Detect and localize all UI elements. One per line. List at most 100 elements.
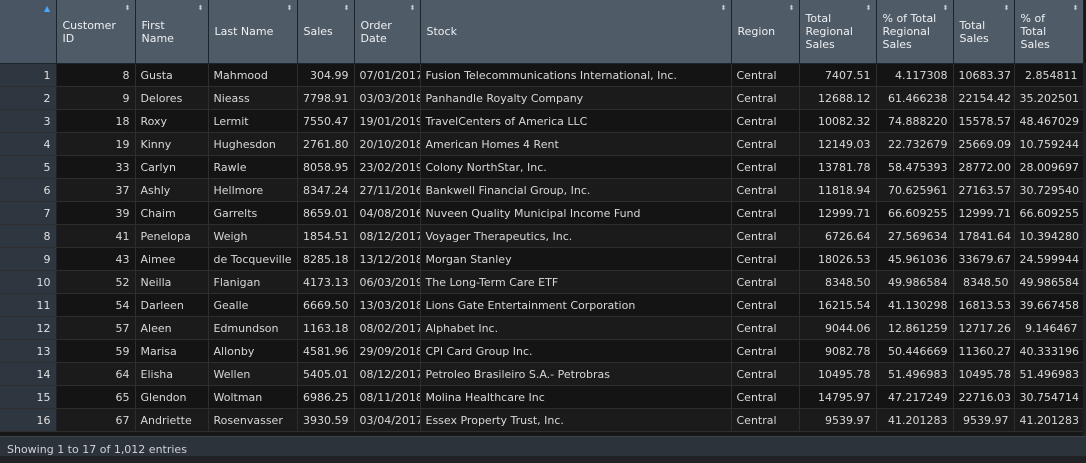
column-header-index[interactable]: ▲ (0, 0, 57, 64)
table-row[interactable]: 8 41 Penelopa Weigh 1854.51 08/12/2017 Voyager… (0, 224, 1084, 248)
total-regional-sales-cell: 10082.32 (799, 109, 877, 133)
sort-icon: ⬍ (720, 4, 727, 12)
data-viewer: ▲ ⬍ Customer ID ⬍ First Name ⬍ Last Name ⬍ S… (0, 0, 1086, 436)
column-header-total-sales[interactable]: ⬍ Total Sales (953, 0, 1015, 64)
region-cell: Central (731, 316, 800, 340)
order-date-cell: 20/10/2018 (354, 132, 421, 156)
pct-total-regional-sales-cell: 22.732679 (876, 132, 954, 156)
column-header-pct-total-regional-sales[interactable]: ⬍ % of Total Regional Sales (876, 0, 954, 64)
total-regional-sales-cell: 18026.53 (799, 247, 877, 271)
region-cell: Central (731, 339, 800, 363)
status-bar: Showing 1 to 17 of 1,012 entries (0, 436, 1086, 456)
total-sales-cell: 16813.53 (953, 293, 1015, 317)
column-header-pct-total-sales[interactable]: ⬍ % of Total Sales (1014, 0, 1084, 64)
order-date-cell: 08/11/2018 (354, 385, 421, 409)
last-name-cell: Garrelts (208, 201, 298, 225)
total-sales-cell: 28772.00 (953, 155, 1015, 179)
stock-cell: Molina Healthcare Inc (420, 385, 732, 409)
customer-id-cell: 39 (56, 201, 136, 225)
region-cell: Central (731, 247, 800, 271)
total-sales-cell: 8348.50 (953, 270, 1015, 294)
pct-total-regional-sales-cell: 12.861259 (876, 316, 954, 340)
order-date-cell: 13/12/2018 (354, 247, 421, 271)
table-body: 1 8 Gusta Mahmood 304.99 07/01/2017 Fusion Tel… (0, 63, 1084, 432)
pct-total-sales-cell: 49.986584 (1014, 270, 1084, 294)
total-regional-sales-cell: 9539.97 (799, 408, 877, 432)
stock-cell: Panhandle Royalty Company (420, 86, 732, 110)
sales-cell: 4581.96 (297, 339, 355, 363)
order-date-cell: 27/11/2016 (354, 178, 421, 202)
table-row[interactable]: 11 54 Darleen Gealle 6669.50 13/03/2018 Lions … (0, 293, 1084, 317)
column-header-stock[interactable]: ⬍ Stock (420, 0, 732, 64)
column-header-label: Total Regional Sales (805, 12, 853, 51)
pct-total-sales-cell: 41.201283 (1014, 408, 1084, 432)
table-row[interactable]: 16 67 Andriette Rosenvasser 3930.59 03/04/201… (0, 408, 1084, 432)
region-cell: Central (731, 132, 800, 156)
header-row: ▲ ⬍ Customer ID ⬍ First Name ⬍ Last Name ⬍ S… (0, 0, 1084, 64)
column-header-total-regional-sales[interactable]: ⬍ Total Regional Sales (799, 0, 877, 64)
data-table: ▲ ⬍ Customer ID ⬍ First Name ⬍ Last Name ⬍ S… (0, 0, 1084, 432)
first-name-cell: Glendon (135, 385, 209, 409)
table-row[interactable]: 7 39 Chaim Garrelts 8659.01 04/08/2016 Nuveen … (0, 201, 1084, 225)
first-name-cell: Roxy (135, 109, 209, 133)
table-row[interactable]: 15 65 Glendon Woltman 6986.25 08/11/2018 Molin… (0, 385, 1084, 409)
table-row[interactable]: 1 8 Gusta Mahmood 304.99 07/01/2017 Fusion Tel… (0, 63, 1084, 87)
order-date-cell: 23/02/2019 (354, 155, 421, 179)
first-name-cell: Aimee (135, 247, 209, 271)
table-row[interactable]: 4 19 Kinny Hughesdon 2761.80 20/10/2018 Americ… (0, 132, 1084, 156)
customer-id-cell: 9 (56, 86, 136, 110)
column-header-region[interactable]: ⬍ Region (731, 0, 800, 64)
column-header-last-name[interactable]: ⬍ Last Name (208, 0, 298, 64)
table-row[interactable]: 5 33 Carlyn Rawle 8058.95 23/02/2019 Colony No… (0, 155, 1084, 179)
stock-cell: Lions Gate Entertainment Corporation (420, 293, 732, 317)
table-row[interactable]: 2 9 Delores Nieass 7798.91 03/03/2018 Panhandl… (0, 86, 1084, 110)
region-cell: Central (731, 224, 800, 248)
column-header-customer-id[interactable]: ⬍ Customer ID (56, 0, 136, 64)
table-row[interactable]: 13 59 Marisa Allonby 4581.96 29/09/2018 CPI Ca… (0, 339, 1084, 363)
order-date-cell: 03/03/2018 (354, 86, 421, 110)
total-sales-cell: 22716.03 (953, 385, 1015, 409)
row-index: 11 (0, 293, 57, 317)
table-row[interactable]: 10 52 Neilla Flanigan 4173.13 06/03/2019 The L… (0, 270, 1084, 294)
pct-total-regional-sales-cell: 41.130298 (876, 293, 954, 317)
sales-cell: 6669.50 (297, 293, 355, 317)
pct-total-sales-cell: 30.729540 (1014, 178, 1084, 202)
last-name-cell: Rawle (208, 155, 298, 179)
total-regional-sales-cell: 13781.78 (799, 155, 877, 179)
column-header-label: Last Name (214, 25, 274, 38)
sort-icon: ⬍ (865, 4, 872, 12)
order-date-cell: 06/03/2019 (354, 270, 421, 294)
table-row[interactable]: 14 64 Elisha Wellen 5405.01 08/12/2017 Petrole… (0, 362, 1084, 386)
pct-total-sales-cell: 24.599944 (1014, 247, 1084, 271)
first-name-cell: Neilla (135, 270, 209, 294)
column-header-order-date[interactable]: ⬍ Order Date (354, 0, 421, 64)
last-name-cell: Hughesdon (208, 132, 298, 156)
last-name-cell: Flanigan (208, 270, 298, 294)
pct-total-sales-cell: 66.609255 (1014, 201, 1084, 225)
sales-cell: 6986.25 (297, 385, 355, 409)
pct-total-sales-cell: 48.467029 (1014, 109, 1084, 133)
stock-cell: TravelCenters of America LLC (420, 109, 732, 133)
last-name-cell: de Tocqueville (208, 247, 298, 271)
region-cell: Central (731, 86, 800, 110)
stock-cell: Voyager Therapeutics, Inc. (420, 224, 732, 248)
pct-total-regional-sales-cell: 27.569634 (876, 224, 954, 248)
last-name-cell: Nieass (208, 86, 298, 110)
total-sales-cell: 22154.42 (953, 86, 1015, 110)
stock-cell: Alphabet Inc. (420, 316, 732, 340)
table-row[interactable]: 3 18 Roxy Lermit 7550.47 19/01/2019 TravelCent… (0, 109, 1084, 133)
table-row[interactable]: 9 43 Aimee de Tocqueville 8285.18 13/12/2018 M… (0, 247, 1084, 271)
table-row[interactable]: 12 57 Aleen Edmundson 1163.18 08/02/2017 Alpha… (0, 316, 1084, 340)
customer-id-cell: 33 (56, 155, 136, 179)
total-sales-cell: 27163.57 (953, 178, 1015, 202)
column-header-label: Sales (303, 25, 333, 38)
pct-total-regional-sales-cell: 58.475393 (876, 155, 954, 179)
column-header-first-name[interactable]: ⬍ First Name (135, 0, 209, 64)
row-index: 13 (0, 339, 57, 363)
region-cell: Central (731, 201, 800, 225)
column-header-label: First Name (141, 18, 174, 45)
pct-total-regional-sales-cell: 41.201283 (876, 408, 954, 432)
first-name-cell: Darleen (135, 293, 209, 317)
column-header-sales[interactable]: ⬍ Sales (297, 0, 355, 64)
table-row[interactable]: 6 37 Ashly Hellmore 8347.24 27/11/2016 Bankwel… (0, 178, 1084, 202)
